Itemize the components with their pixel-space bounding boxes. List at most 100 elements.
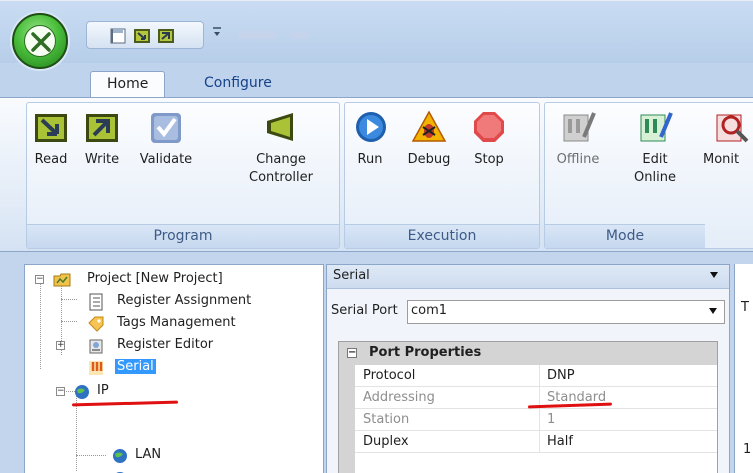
tree-item-label: Project [New Project] [87, 271, 223, 286]
write-small-icon[interactable] [157, 27, 175, 45]
write-label: Write [84, 152, 120, 167]
stop-icon [474, 112, 504, 142]
tree-item-label: Register Editor [117, 337, 214, 352]
save-icon[interactable] [109, 27, 127, 45]
property-row-duplex[interactable]: Duplex Half [355, 431, 717, 453]
tree-item-tags-management[interactable]: Tags Management [25, 313, 285, 335]
ribbon-group-mode: Offline Edit Online Monit Mode [544, 102, 753, 249]
edit-online-button[interactable]: Edit Online [629, 109, 681, 187]
right-panel-text: T [741, 300, 749, 315]
tree-item-serial[interactable]: Serial [25, 357, 225, 379]
ribbon: Read Write Validate Change Controller Pr… [0, 97, 753, 252]
run-icon [356, 112, 386, 142]
tree-item-ip[interactable]: − IP [25, 381, 225, 403]
tree-item-label: LAN [135, 447, 162, 462]
validate-label: Validate [139, 152, 193, 167]
offline-label: Offline [556, 152, 600, 167]
change-controller-label-1: Change [256, 152, 306, 167]
monitor-icon [716, 114, 749, 143]
write-icon [86, 114, 118, 142]
stop-label: Stop [474, 152, 504, 167]
offline-icon [563, 112, 596, 142]
project-tree: − Project [New Project] Register Assignm… [24, 264, 324, 473]
property-divider [539, 365, 540, 387]
read-button[interactable]: Read [31, 109, 71, 169]
tree-item-label-selected: Serial [115, 359, 156, 374]
globe-icon [75, 385, 89, 399]
serial-port-row: Serial Port com1 [331, 300, 725, 324]
ribbon-group-label-execution: Execution [345, 224, 539, 248]
tab-configure[interactable]: Configure [188, 71, 288, 97]
edit-online-icon [640, 112, 673, 142]
property-value: 1 [547, 412, 556, 427]
edit-online-label-2: Online [634, 170, 676, 185]
tree-item-register-assignment[interactable]: Register Assignment [25, 291, 285, 313]
change-controller-label-2: Controller [249, 170, 313, 185]
edit-online-label-1: Edit [642, 152, 668, 167]
workspace: − Project [New Project] Register Assignm… [0, 252, 753, 473]
read-label: Read [34, 152, 68, 167]
property-key: Protocol [363, 368, 416, 383]
right-panel-text: 1 [743, 442, 752, 457]
debug-label: Debug [407, 152, 451, 167]
properties-pane-title: Serial [333, 268, 370, 283]
property-category-label: Port Properties [369, 345, 482, 360]
tree-item-label: Tags Management [117, 315, 236, 330]
dropdown-arrow-icon[interactable] [212, 25, 222, 41]
property-row-protocol[interactable]: Protocol DNP [355, 365, 717, 387]
tag-icon [88, 316, 104, 332]
write-button[interactable]: Write [79, 109, 125, 169]
property-divider [539, 409, 540, 431]
tree-collapse-toggle[interactable]: − [35, 275, 44, 284]
debug-button[interactable]: Debug [403, 109, 455, 169]
ribbon-tab-strip: Home Configure [0, 63, 753, 97]
property-key: Station [363, 412, 410, 427]
tab-home[interactable]: Home [90, 71, 166, 97]
globe-lan-icon [113, 449, 127, 463]
property-divider [539, 431, 540, 453]
title-bar [0, 0, 753, 69]
offline-button[interactable]: Offline [553, 109, 603, 169]
tree-item-label: Register Assignment [117, 293, 252, 308]
run-label: Run [357, 152, 383, 167]
chevron-down-icon[interactable] [709, 271, 719, 279]
blurred-title-text [290, 31, 310, 39]
property-value: DNP [547, 368, 575, 383]
serial-port-label: Serial Port [331, 303, 398, 318]
read-small-icon[interactable] [133, 27, 151, 45]
serial-port-value: com1 [411, 303, 448, 318]
property-key: Addressing [363, 390, 435, 405]
properties-pane-header[interactable]: Serial [327, 265, 729, 289]
serial-port-select[interactable]: com1 [407, 300, 725, 324]
tree-expand-toggle[interactable]: + [56, 341, 65, 350]
change-controller-icon [267, 113, 293, 141]
validate-button[interactable]: Validate [135, 109, 197, 169]
ribbon-group-execution: Run Debug Stop Execution [344, 102, 540, 249]
wrench-cross-icon [24, 25, 56, 57]
property-row-station[interactable]: Station 1 [355, 409, 717, 431]
property-category-port-properties[interactable]: − Port Properties [339, 342, 717, 365]
blurred-title-text [238, 31, 278, 39]
application-menu-button[interactable] [12, 13, 68, 69]
tree-item-register-editor[interactable]: + Register Editor [25, 335, 285, 357]
validate-icon [151, 113, 181, 143]
ribbon-group-label-program: Program [27, 224, 339, 248]
right-partial-panel: T 1 [734, 264, 753, 473]
tree-item-project[interactable]: − Project [New Project] [25, 269, 305, 291]
collapse-category-icon[interactable]: − [347, 348, 357, 358]
tree-item-lan[interactable]: LAN [25, 445, 225, 467]
properties-pane: Serial Serial Port com1 − Port Propertie… [326, 264, 730, 473]
property-key: Duplex [363, 434, 409, 449]
stop-button[interactable]: Stop [469, 109, 509, 169]
ribbon-group-label-mode: Mode [545, 224, 705, 248]
run-button[interactable]: Run [353, 109, 387, 169]
change-controller-button[interactable]: Change Controller [239, 109, 323, 187]
tree-collapse-toggle[interactable]: − [56, 387, 65, 396]
debug-icon [411, 110, 447, 142]
read-icon [35, 114, 67, 142]
tree-item-label: IP [97, 383, 109, 398]
monitor-button[interactable]: Monit [703, 109, 753, 169]
serial-port-icon [89, 361, 103, 375]
quick-access-toolbar [86, 21, 204, 49]
tree-item-partial [25, 468, 145, 473]
